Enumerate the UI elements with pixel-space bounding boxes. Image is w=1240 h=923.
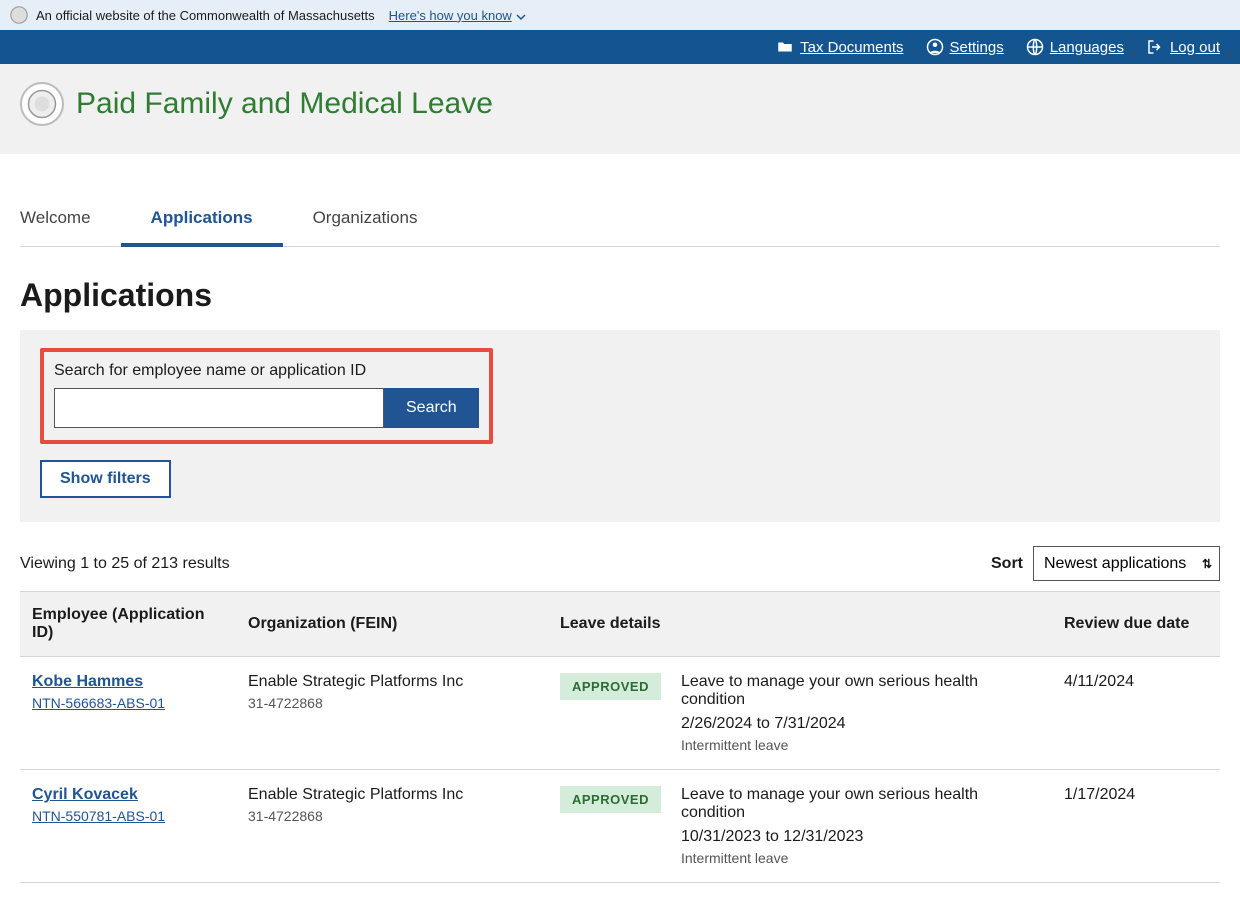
state-seal-small-icon: [10, 6, 28, 24]
user-circle-icon: [926, 38, 944, 56]
gov-banner: An official website of the Commonwealth …: [0, 0, 1240, 30]
review-due-date: 1/17/2024: [1052, 770, 1220, 883]
gov-banner-text: An official website of the Commonwealth …: [36, 8, 375, 23]
search-input[interactable]: [54, 388, 384, 428]
how-you-know-label: Here's how you know: [389, 8, 512, 23]
brand-title: Paid Family and Medical Leave: [76, 87, 493, 121]
logout-icon: [1146, 38, 1164, 56]
chevron-down-icon: [516, 10, 526, 20]
state-seal-icon: [20, 82, 64, 126]
tax-documents-label: Tax Documents: [800, 39, 903, 56]
organization-name: Enable Strategic Platforms Inc: [248, 673, 536, 691]
leave-pattern: Intermittent leave: [681, 737, 1040, 753]
status-badge: APPROVED: [560, 673, 661, 700]
search-highlight-box: Search for employee name or application …: [40, 348, 493, 444]
settings-label: Settings: [950, 39, 1004, 56]
folder-icon: [776, 38, 794, 56]
top-nav: Tax Documents Settings Languages Log out: [0, 30, 1240, 64]
logout-label: Log out: [1170, 39, 1220, 56]
logout-link[interactable]: Log out: [1146, 38, 1220, 56]
page-title: Applications: [20, 277, 1220, 314]
globe-icon: [1026, 38, 1044, 56]
languages-link[interactable]: Languages: [1026, 38, 1124, 56]
col-employee: Employee (Application ID): [20, 592, 236, 657]
employee-name-link[interactable]: Cyril Kovacek: [32, 786, 138, 804]
tabs: Welcome Applications Organizations: [20, 198, 1220, 247]
leave-reason: Leave to manage your own serious health …: [681, 786, 1040, 822]
how-you-know-link[interactable]: Here's how you know: [389, 8, 526, 23]
leave-dates: 10/31/2023 to 12/31/2023: [681, 828, 1040, 846]
results-summary: Viewing 1 to 25 of 213 results: [20, 555, 230, 573]
application-id-link[interactable]: NTN-566683-ABS-01: [32, 695, 165, 711]
tab-applications[interactable]: Applications: [151, 198, 253, 246]
tax-documents-link[interactable]: Tax Documents: [776, 38, 903, 56]
show-filters-button[interactable]: Show filters: [40, 460, 171, 498]
table-row: Kobe Hammes NTN-566683-ABS-01 Enable Str…: [20, 657, 1220, 770]
organization-fein: 31-4722868: [248, 695, 536, 711]
leave-pattern: Intermittent leave: [681, 850, 1040, 866]
results-meta: Viewing 1 to 25 of 213 results Sort Newe…: [20, 546, 1220, 581]
col-review-due: Review due date: [1052, 592, 1220, 657]
filter-block: Search for employee name or application …: [20, 330, 1220, 522]
applications-table: Employee (Application ID) Organization (…: [20, 591, 1220, 883]
table-row: Cyril Kovacek NTN-550781-ABS-01 Enable S…: [20, 770, 1220, 883]
employee-name-link[interactable]: Kobe Hammes: [32, 673, 143, 691]
col-organization: Organization (FEIN): [236, 592, 548, 657]
search-label: Search for employee name or application …: [54, 362, 479, 380]
sort-select[interactable]: Newest applications: [1033, 546, 1220, 581]
header-band: Paid Family and Medical Leave: [0, 64, 1240, 154]
tab-organizations[interactable]: Organizations: [313, 198, 418, 246]
status-badge: APPROVED: [560, 786, 661, 813]
settings-link[interactable]: Settings: [926, 38, 1004, 56]
languages-label: Languages: [1050, 39, 1124, 56]
leave-reason: Leave to manage your own serious health …: [681, 673, 1040, 709]
leave-dates: 2/26/2024 to 7/31/2024: [681, 715, 1040, 733]
table-header-row: Employee (Application ID) Organization (…: [20, 592, 1220, 657]
organization-fein: 31-4722868: [248, 808, 536, 824]
application-id-link[interactable]: NTN-550781-ABS-01: [32, 808, 165, 824]
search-button[interactable]: Search: [384, 388, 479, 428]
col-leave-details: Leave details: [548, 592, 1052, 657]
brand: Paid Family and Medical Leave: [20, 82, 1220, 126]
sort-label: Sort: [991, 555, 1023, 573]
review-due-date: 4/11/2024: [1052, 657, 1220, 770]
organization-name: Enable Strategic Platforms Inc: [248, 786, 536, 804]
tab-welcome[interactable]: Welcome: [20, 198, 91, 246]
